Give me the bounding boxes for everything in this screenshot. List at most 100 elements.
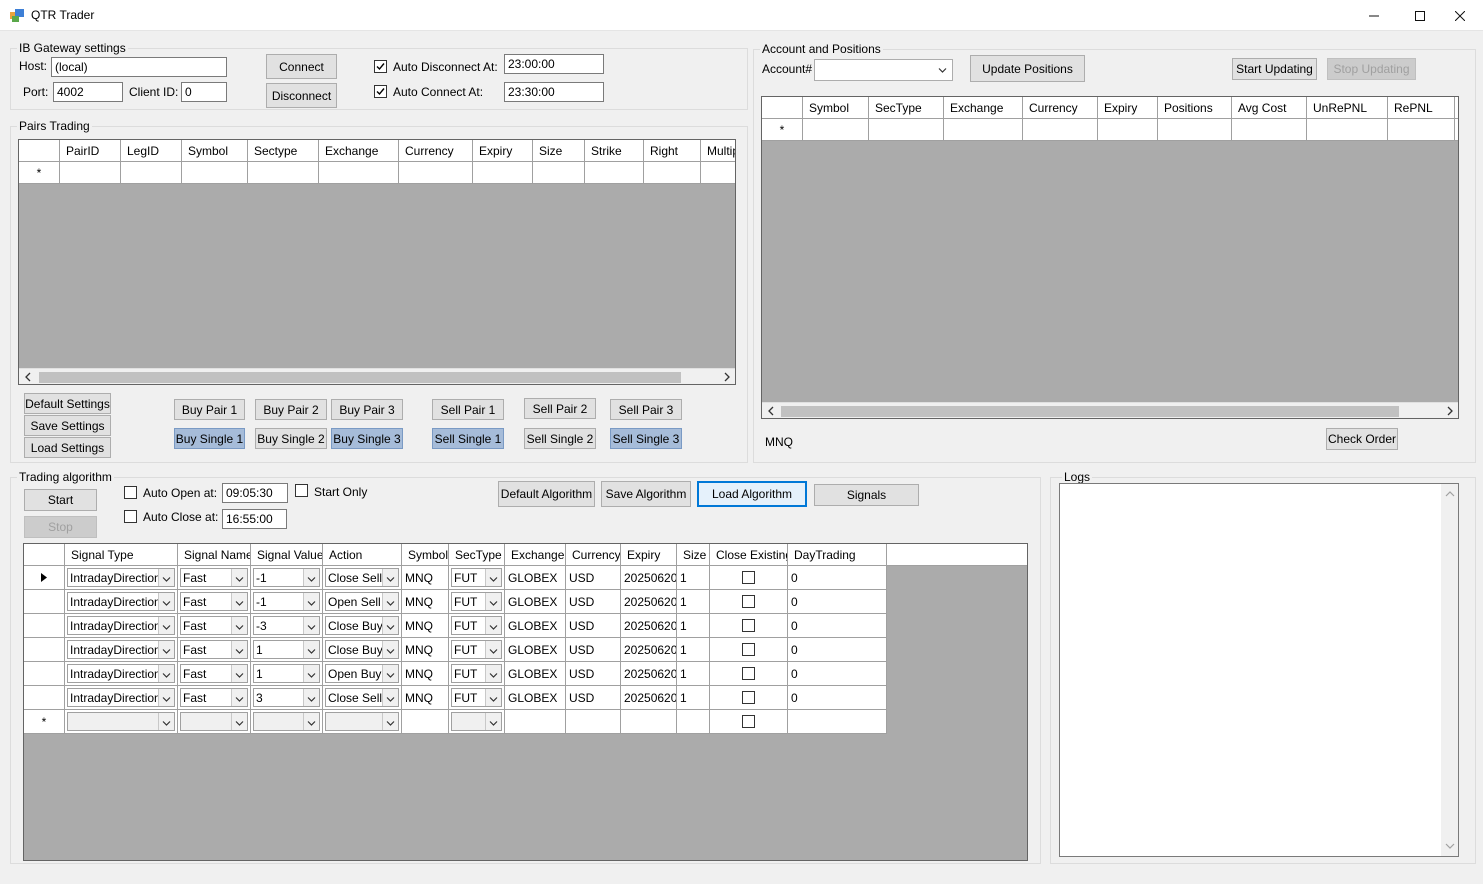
dropdown-button[interactable] [231,713,247,730]
column-header[interactable]: Size [677,544,710,565]
dropdown-box[interactable]: Open Sell [325,592,399,611]
grid-cell[interactable] [1098,119,1158,140]
start-only-checkbox[interactable] [295,484,308,497]
dropdown-box[interactable]: Close Sell [325,688,399,707]
dropdown-box[interactable]: FUT [451,664,502,683]
size-cell[interactable]: 1 [677,590,710,613]
sell-pair-2-button[interactable]: Sell Pair 2 [524,398,596,419]
grid-cell[interactable] [121,162,182,183]
buy-pair-1-button[interactable]: Buy Pair 1 [174,399,245,420]
dropdown-box[interactable]: 3 [253,688,320,707]
column-header[interactable]: Sectype [248,140,319,161]
sell-single-1-button[interactable]: Sell Single 1 [432,428,504,449]
dropdown-button[interactable] [158,593,174,610]
column-header[interactable]: Close Existing [710,544,788,565]
close-existing-checkbox[interactable] [742,715,755,728]
stop-button[interactable]: Stop [24,516,97,538]
column-header[interactable]: Exchange [319,140,399,161]
positions-horizontal-scrollbar[interactable] [762,402,1458,418]
grid-cell[interactable] [473,162,533,183]
auto-open-time-input[interactable]: 09:05:30 [222,483,288,503]
daytrading-cell[interactable]: 0 [788,590,887,613]
sell-pair-3-button[interactable]: Sell Pair 3 [610,399,682,420]
signal-name-select[interactable]: Fast [178,662,251,685]
expiry-cell[interactable]: 20250620 [621,590,677,613]
close-existing-cell[interactable] [710,590,788,613]
dropdown-box[interactable]: IntradayDirection [67,568,175,587]
signal-name-select[interactable]: Fast [178,566,251,589]
table-row[interactable]: IntradayDirection Fast 3 Close Sell MNQ FUT GL… [24,686,887,710]
buy-single-3-button[interactable]: Buy Single 3 [331,428,403,449]
buy-single-1-button[interactable]: Buy Single 1 [174,428,245,449]
expiry-cell[interactable]: 20250620 [621,614,677,637]
buy-pair-3-button[interactable]: Buy Pair 3 [331,399,403,420]
expiry-cell[interactable]: 20250620 [621,662,677,685]
pairs-grid[interactable]: PairID LegID Symbol Sectype Exchange Cur… [18,139,736,385]
dropdown-button[interactable] [231,689,247,706]
dropdown-box[interactable]: FUT [451,592,502,611]
currency-cell[interactable]: USD [566,662,621,685]
size-cell[interactable]: 1 [677,638,710,661]
close-existing-checkbox[interactable] [742,619,755,632]
column-header[interactable]: Action [323,544,402,565]
signal-value-select[interactable]: 1 [251,662,323,685]
buy-pair-2-button[interactable]: Buy Pair 2 [255,399,327,420]
pairs-horizontal-scrollbar[interactable] [19,368,735,384]
symbol-cell[interactable]: MNQ [402,662,449,685]
algorithm-new-row[interactable]: * [24,710,887,734]
row-header[interactable]: * [24,710,65,733]
size-cell[interactable]: 1 [677,662,710,685]
dropdown-button[interactable] [382,665,398,682]
table-row[interactable]: IntradayDirection Fast -1 Open Sell MNQ FUT GL… [24,590,887,614]
dropdown-button[interactable] [231,665,247,682]
grid-cell[interactable] [1388,119,1455,140]
column-header[interactable]: RePNL [1388,97,1455,118]
column-header[interactable]: Exchange [505,544,566,565]
auto-close-time-input[interactable]: 16:55:00 [222,509,287,529]
signal-name-select[interactable]: Fast [178,638,251,661]
signal-type-select[interactable]: IntradayDirection [65,662,178,685]
table-row[interactable]: IntradayDirection Fast -3 Close Buy MNQ FUT GL… [24,614,887,638]
exchange-cell[interactable]: GLOBEX [505,686,566,709]
dropdown-box[interactable] [451,712,502,731]
dropdown-box[interactable]: Fast [180,688,248,707]
exchange-cell[interactable]: GLOBEX [505,662,566,685]
expiry-cell[interactable]: 20250620 [621,566,677,589]
scroll-left-icon[interactable] [766,406,776,416]
auto-close-checkbox[interactable] [124,510,137,523]
action-select[interactable]: Close Buy [323,614,402,637]
column-header[interactable]: Signal Name [178,544,251,565]
column-header[interactable]: Strike [585,140,644,161]
grid-cell[interactable] [585,162,644,183]
dropdown-box[interactable]: Fast [180,664,248,683]
signal-name-select[interactable]: Fast [178,590,251,613]
dropdown-box[interactable]: 1 [253,664,320,683]
exchange-cell[interactable] [505,710,566,733]
signal-type-select[interactable]: IntradayDirection [65,590,178,613]
signal-value-select[interactable]: 3 [251,686,323,709]
dropdown-button[interactable] [158,641,174,658]
scrollbar-thumb[interactable] [39,372,681,383]
row-header[interactable] [24,614,65,637]
dropdown-button[interactable] [303,617,319,634]
scroll-right-icon[interactable] [722,372,732,382]
sectype-select[interactable]: FUT [449,686,505,709]
dropdown-button[interactable] [158,689,174,706]
signals-button[interactable]: Signals [814,484,919,506]
dropdown-box[interactable]: IntradayDirection [67,592,175,611]
column-header[interactable]: Right [644,140,701,161]
table-row[interactable]: IntradayDirection Fast 1 Close Buy MNQ FUT GLO… [24,638,887,662]
scroll-down-icon[interactable] [1445,841,1455,851]
close-existing-cell[interactable] [710,686,788,709]
dropdown-box[interactable]: -1 [253,568,320,587]
dropdown-box[interactable]: -1 [253,592,320,611]
daytrading-cell[interactable]: 0 [788,686,887,709]
dropdown-button[interactable] [231,641,247,658]
symbol-cell[interactable]: MNQ [402,614,449,637]
daytrading-cell[interactable]: 0 [788,662,887,685]
column-header[interactable]: UnRePNL [1307,97,1388,118]
sectype-select[interactable]: FUT [449,662,505,685]
save-settings-button[interactable]: Save Settings [24,415,111,436]
signal-value-select[interactable]: 1 [251,638,323,661]
sell-single-3-button[interactable]: Sell Single 3 [610,428,682,449]
